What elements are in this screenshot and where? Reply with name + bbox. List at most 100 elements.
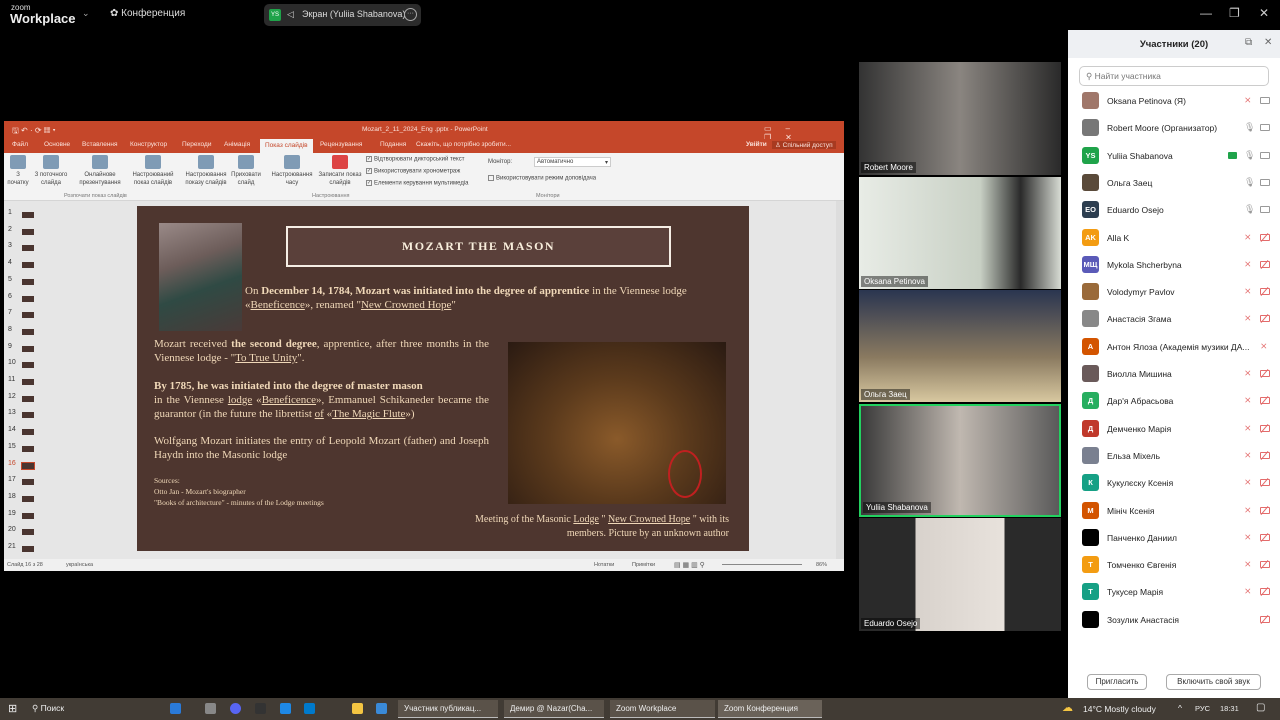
slide-thumbnail[interactable]: 3 [8, 242, 48, 254]
slide-thumbnail[interactable]: 14 [8, 426, 48, 438]
online-present-button[interactable]: Онлайнове презентування [74, 155, 126, 187]
slide-thumbnail[interactable]: 7 [8, 309, 48, 321]
participant-row[interactable]: Д Дар'я Абрасьова ⨯ [1068, 388, 1280, 415]
weather-icon[interactable]: ☁ [1062, 701, 1073, 714]
chevron-up-icon[interactable]: ^ [1178, 703, 1182, 713]
mic-icon[interactable]: 🎙︎ [1244, 177, 1255, 188]
slide-thumbnail[interactable]: 10 [8, 359, 48, 371]
participant-row[interactable]: Oksana Petinova (Я) ⨯ [1068, 88, 1280, 115]
participant-row[interactable]: Volodymyr Pavlov ⨯ [1068, 279, 1280, 306]
slide-thumbnail[interactable]: 13 [8, 409, 48, 421]
mic-muted-icon[interactable]: ⨯ [1244, 286, 1252, 297]
camera-icon[interactable] [1260, 151, 1270, 159]
language-indicator[interactable]: РУС [1195, 704, 1210, 713]
video-tile[interactable]: Eduardo Osejo [859, 518, 1061, 631]
camera-off-icon[interactable] [1260, 233, 1270, 241]
app-icon[interactable] [255, 703, 266, 714]
slide-thumbnail[interactable]: 15 [8, 443, 48, 455]
video-tile-active-speaker[interactable]: Yuliia Shabanova [859, 404, 1061, 517]
participant-row[interactable]: Т Томченко Євгенія ⨯ [1068, 552, 1280, 579]
slide-thumbnail[interactable]: 2 [8, 226, 48, 238]
mic-muted-icon[interactable]: ⨯ [1244, 95, 1252, 106]
restore-button[interactable]: ❐ [1229, 6, 1240, 20]
tab-review[interactable]: Рецензування [320, 141, 362, 148]
mic-muted-icon[interactable]: ⨯ [1244, 505, 1252, 516]
mic-muted-icon[interactable]: ⨯ [1244, 586, 1252, 597]
camera-off-icon[interactable] [1260, 288, 1270, 296]
camera-off-icon[interactable] [1260, 615, 1270, 623]
invite-button[interactable]: Пригласить [1087, 674, 1147, 690]
app-icon[interactable] [170, 703, 181, 714]
weather[interactable]: 14°C Mostly cloudy [1083, 704, 1156, 714]
participant-row[interactable]: Зозулик Анастасія [1068, 607, 1280, 634]
chevron-down-icon[interactable]: ⌄ [82, 8, 90, 19]
task-view-icon[interactable] [205, 703, 216, 714]
tab-animations[interactable]: Анімація [224, 141, 250, 148]
slide-thumbnail[interactable]: 19 [8, 510, 48, 522]
from-current-button[interactable]: З поточного слайда [32, 155, 70, 187]
camera-icon[interactable] [1260, 178, 1270, 186]
language[interactable]: українська [66, 562, 93, 568]
slide-thumbnail[interactable]: 17 [8, 476, 48, 488]
camera-icon[interactable] [1260, 124, 1270, 132]
participant-row[interactable]: Т Тукусер Марія ⨯ [1068, 579, 1280, 606]
mic-muted-icon[interactable]: ⨯ [1244, 559, 1252, 570]
mic-muted-icon[interactable]: ⨯ [1244, 477, 1252, 488]
tab-transitions[interactable]: Переходи [182, 141, 211, 148]
slide-thumbnail[interactable]: 1 [8, 209, 48, 221]
tell-me-box[interactable]: Скажіть, що потрібно зробити... [416, 141, 511, 148]
camera-off-icon[interactable] [1260, 451, 1270, 459]
media-controls-checkbox[interactable]: ✓ Елементи керування мультимедіа [366, 180, 469, 187]
zoom-slider[interactable] [722, 564, 802, 565]
taskbar-app-zoom-meeting[interactable]: Zoom Конференция [718, 700, 822, 718]
mic-muted-icon[interactable]: ⨯ [1260, 341, 1268, 352]
taskbar-app-zoom-workplace[interactable]: Zoom Workplace [610, 700, 715, 718]
taskbar-app-chrome[interactable]: Демир @ Nazar(Cha... [504, 700, 604, 718]
camera-off-icon[interactable] [1260, 533, 1270, 541]
camera-off-icon[interactable] [1260, 479, 1270, 487]
mic-muted-icon[interactable]: ⨯ [1244, 259, 1252, 270]
tab-slideshow[interactable]: Показ слайдів [260, 139, 313, 153]
slide-thumbnail[interactable]: 11 [8, 376, 48, 388]
mic-icon[interactable]: 🎙︎ [1244, 122, 1255, 133]
participant-row[interactable]: Панченко Даниил ⨯ [1068, 525, 1280, 552]
screen-share-pill[interactable]: YS ◁ Экран (Yuliia Shabanova) ··· [264, 4, 421, 26]
record-show-button[interactable]: Записати показ слайдів [316, 155, 364, 187]
mic-muted-icon[interactable]: ⨯ [1244, 450, 1252, 461]
signin-link[interactable]: Увійти [746, 141, 767, 148]
custom-show-button[interactable]: Настроюваний показ слайдів [128, 155, 178, 187]
mic-muted-icon[interactable]: ⨯ [1244, 532, 1252, 543]
taskbar-app-chrome[interactable]: Участник публикац... [398, 700, 498, 718]
more-icon[interactable]: ··· [404, 8, 417, 21]
notifications-icon[interactable]: ▢ [1256, 702, 1265, 713]
video-tile[interactable]: Ольга Заец [859, 290, 1061, 402]
meeting-label[interactable]: ✿ Конференция [110, 8, 185, 19]
camera-icon[interactable] [1260, 206, 1270, 214]
participant-row[interactable]: Ельза Міхель ⨯ [1068, 443, 1280, 470]
rehearse-timings-button[interactable]: Настроювання часу [268, 155, 316, 187]
unmute-button[interactable]: Включить свой звук [1166, 674, 1261, 690]
share-button[interactable]: ♙ Спільний доступ [772, 141, 836, 149]
search-participants-input[interactable]: ⚲ Найти участника [1079, 66, 1269, 86]
video-tile[interactable]: Robert Moore [859, 62, 1061, 175]
slide-thumbnail[interactable]: 6 [8, 293, 48, 305]
camera-off-icon[interactable] [1260, 588, 1270, 596]
participant-row[interactable]: МЩ Mykola Shcherbyna ⨯ [1068, 252, 1280, 279]
slide-thumbnail[interactable]: 21 [8, 543, 48, 555]
camera-off-icon[interactable] [1260, 506, 1270, 514]
zoom-level[interactable]: 86% [816, 562, 827, 568]
timings-checkbox[interactable]: ✓ Використовувати хронометраж [366, 168, 460, 175]
mail-icon[interactable] [280, 703, 291, 714]
editor-scrollbar[interactable] [836, 201, 844, 559]
camera-off-icon[interactable] [1260, 370, 1270, 377]
clock[interactable]: 18:31 [1220, 704, 1239, 713]
participant-row[interactable]: К Кукулєску Ксенія ⨯ [1068, 470, 1280, 497]
slide-thumbnail[interactable]: 18 [8, 493, 48, 505]
close-button[interactable]: ✕ [1259, 6, 1269, 20]
mic-muted-icon[interactable]: ⨯ [1244, 313, 1252, 324]
presenter-view-checkbox[interactable]: Використовувати режим доповідача [488, 175, 596, 182]
hide-slide-button[interactable]: Приховати слайд [230, 155, 262, 187]
participant-row[interactable]: Виолла Мишина ⨯ [1068, 361, 1280, 388]
video-tile[interactable]: Oksana Petinova [859, 177, 1061, 289]
taskbar-search[interactable]: ⚲ Поиск [32, 703, 64, 714]
